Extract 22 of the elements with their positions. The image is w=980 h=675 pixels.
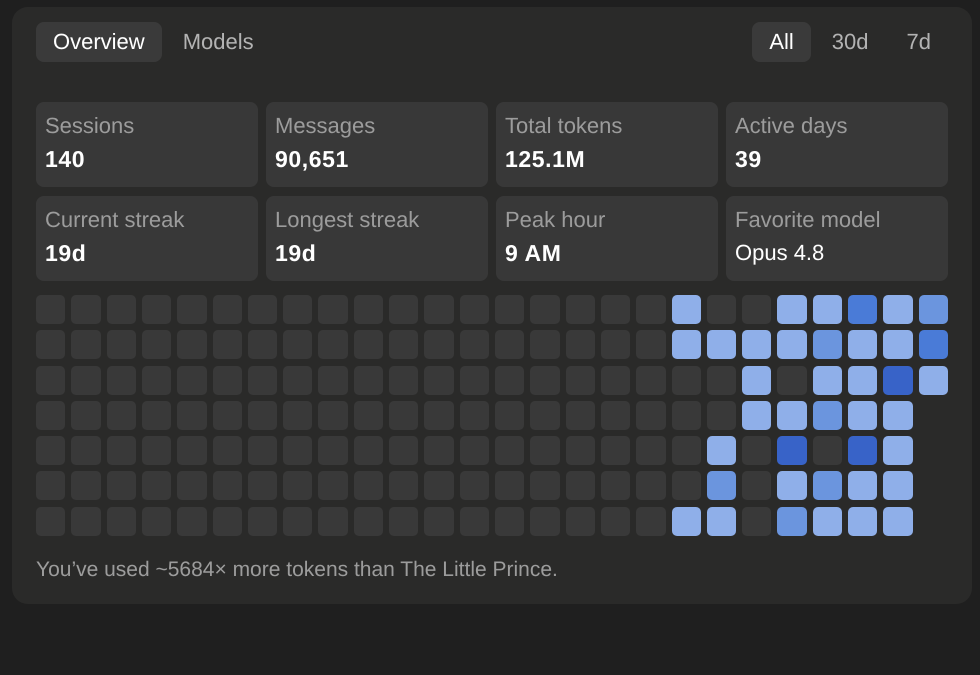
stat-value: 125.1M	[505, 145, 586, 174]
stat-label: Sessions	[45, 113, 134, 139]
summary-text: You’ve used ~5684× more tokens than The Little Prince.	[36, 556, 559, 583]
stat-label: Favorite model	[735, 207, 881, 233]
stat-value: 90,651	[275, 145, 349, 174]
stat-value: 9 AM	[505, 239, 562, 268]
stat-label: Current streak	[45, 207, 184, 233]
time-range-tab[interactable]: 30d	[814, 22, 886, 62]
time-range-tab[interactable]: 7d	[890, 22, 948, 62]
stat-value: 19d	[45, 239, 86, 268]
stat-label: Messages	[275, 113, 376, 139]
stat-label: Active days	[735, 113, 848, 139]
stat-value: 19d	[275, 239, 316, 268]
stat-value: 39	[735, 145, 762, 174]
stat-value: 140	[45, 145, 86, 174]
time-range-tab[interactable]: All	[752, 22, 811, 62]
tab[interactable]: Models	[166, 22, 271, 62]
stat-label: Peak hour	[505, 207, 606, 233]
stat-value: Opus 4.8	[735, 239, 824, 267]
tab[interactable]: Overview	[36, 22, 162, 62]
stat-label: Longest streak	[275, 207, 420, 233]
stat-label: Total tokens	[505, 113, 622, 139]
